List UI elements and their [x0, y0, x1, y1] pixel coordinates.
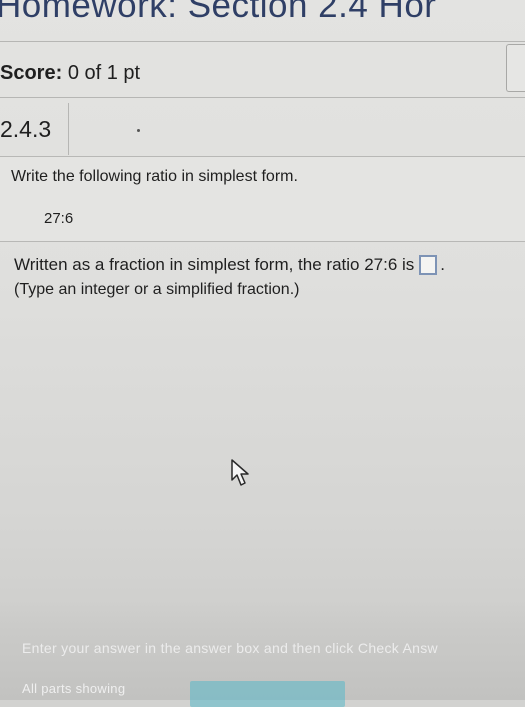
page-title: Homework: Section 2.4 Hor — [0, 0, 437, 25]
footer-instruction: Enter your answer in the answer box and … — [22, 640, 438, 656]
answer-input-box[interactable] — [419, 255, 438, 275]
check-answer-button[interactable] — [190, 681, 345, 707]
answer-suffix: . — [440, 255, 446, 274]
question-dot-marker — [137, 129, 140, 132]
ratio-expression: 27:6 — [44, 210, 74, 227]
answer-prompt: Written as a fraction in simplest form, … — [14, 255, 415, 274]
homework-screen: Homework: Section 2.4 Hor Score: 0 of 1 … — [0, 0, 525, 707]
answer-prompt-line: Written as a fraction in simplest form, … — [14, 255, 445, 275]
parts-status: All parts showing — [22, 681, 126, 696]
question-instruction: Write the following ratio in simplest fo… — [11, 168, 298, 185]
title-divider — [0, 41, 525, 42]
score-label: Score: — [0, 62, 63, 84]
side-panel-button[interactable] — [506, 44, 525, 92]
score-divider — [0, 97, 525, 98]
answer-format-hint: (Type an integer or a simplified fractio… — [14, 281, 300, 298]
mouse-pointer-icon — [231, 459, 249, 486]
score-display: Score: 0 of 1 pt — [0, 62, 140, 85]
score-value: 0 of 1 pt — [67, 62, 141, 84]
question-number: 2.4.3 — [0, 116, 52, 142]
